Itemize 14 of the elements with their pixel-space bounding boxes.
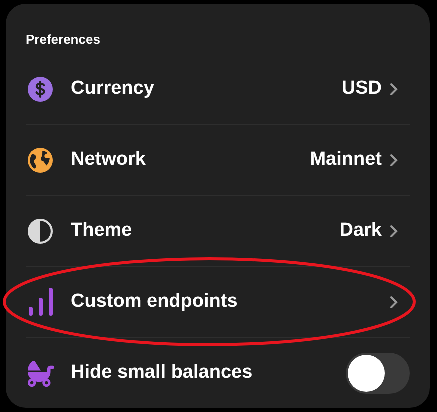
setting-label[interactable]: Network bbox=[71, 146, 146, 174]
setting-label[interactable]: Theme bbox=[71, 216, 132, 246]
setting-value[interactable]: USD bbox=[342, 74, 382, 104]
setting-value[interactable]: Dark bbox=[340, 216, 382, 246]
setting-label[interactable]: Currency bbox=[71, 74, 154, 104]
setting-label[interactable]: Custom endpoints bbox=[71, 288, 238, 316]
chevron-right-icon bbox=[390, 154, 398, 166]
toggle-switch[interactable] bbox=[346, 353, 410, 394]
chevron-right-icon bbox=[390, 82, 398, 96]
chevron-right-icon bbox=[390, 296, 398, 308]
setting-label[interactable]: Hide small balances bbox=[71, 359, 253, 388]
section-title: Preferences bbox=[26, 32, 100, 48]
chevron-right-icon bbox=[390, 224, 398, 238]
setting-value[interactable]: Mainnet bbox=[310, 146, 382, 174]
